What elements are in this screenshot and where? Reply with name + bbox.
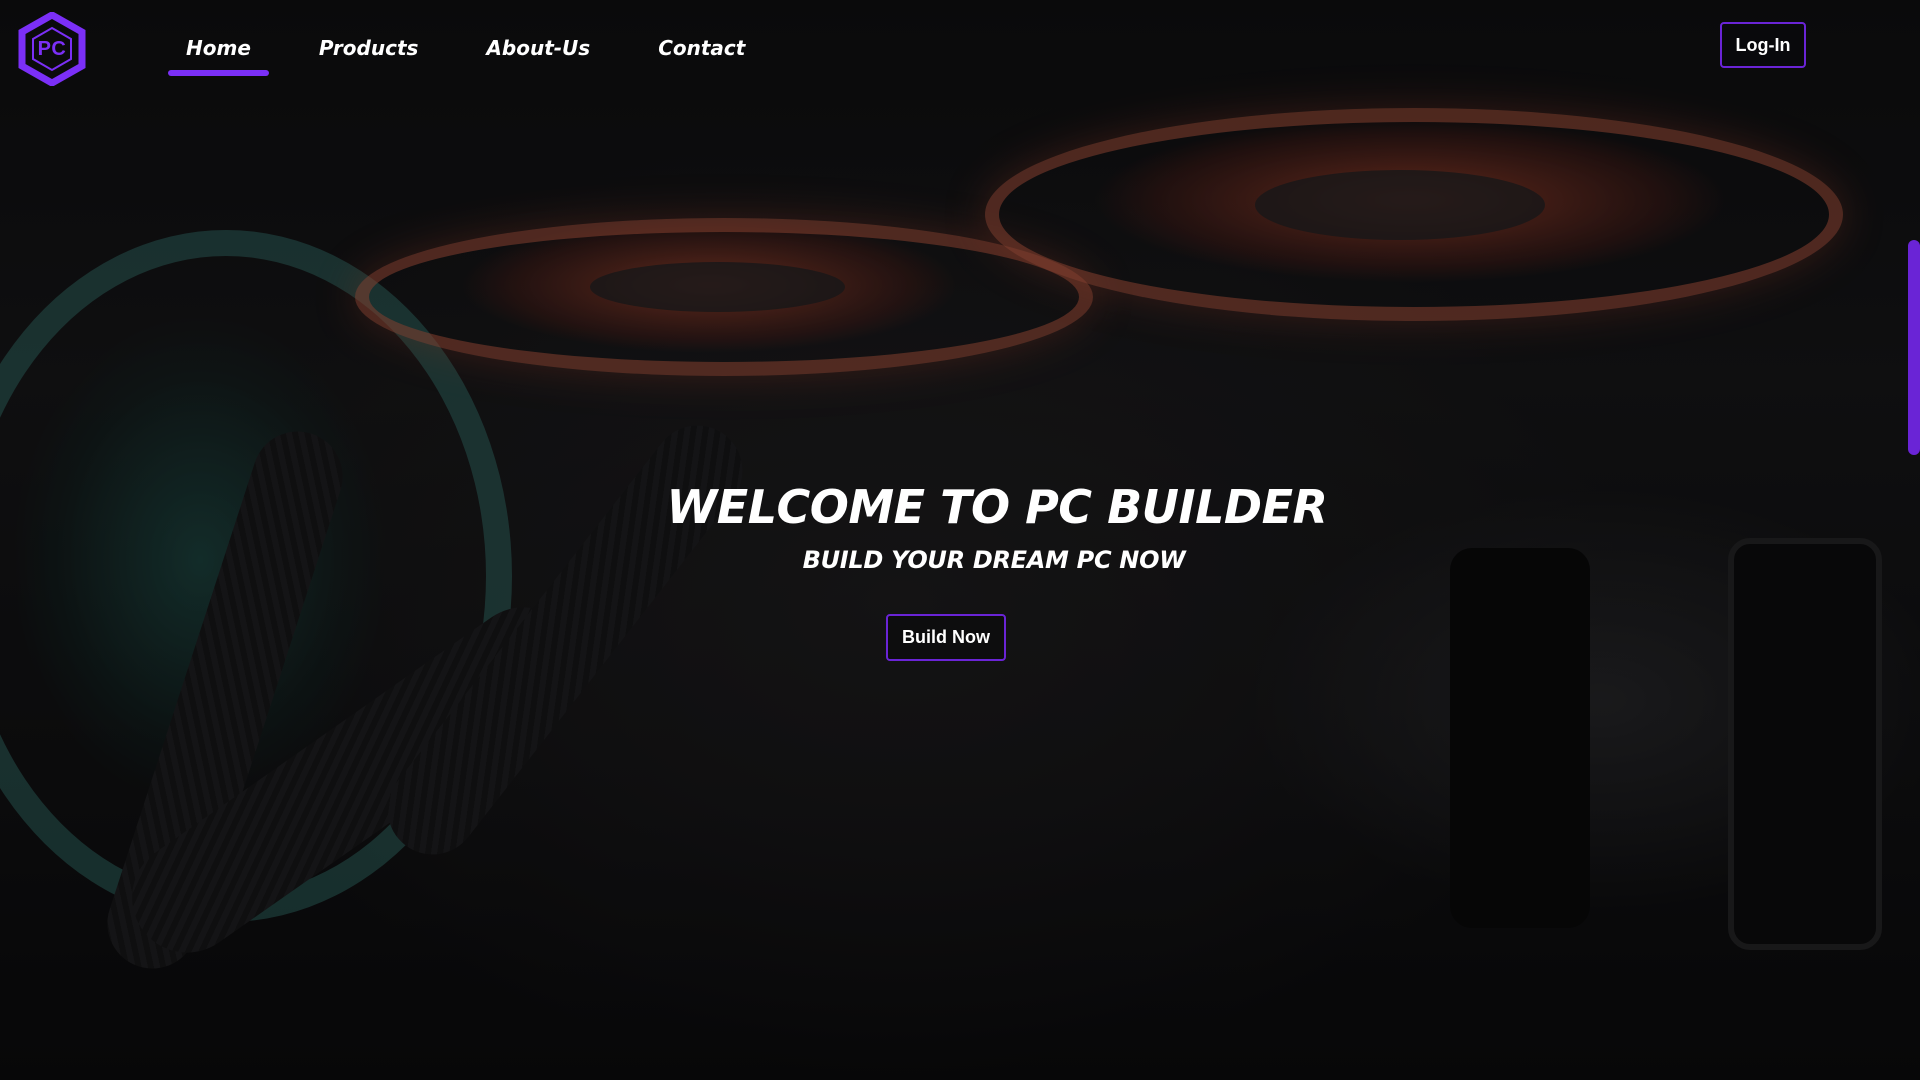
- build-now-button[interactable]: Build Now: [886, 614, 1006, 661]
- nav-link-products[interactable]: Products: [301, 30, 437, 70]
- login-button[interactable]: Log-In: [1720, 22, 1806, 68]
- nav-link-contact[interactable]: Contact: [640, 30, 763, 70]
- nav-link-home[interactable]: Home: [168, 30, 269, 76]
- scrollbar-track[interactable]: [1908, 0, 1920, 1080]
- nav-link-about-us[interactable]: About-Us: [468, 30, 608, 70]
- hero-section: WELCOME TO PC BUILDER BUILD YOUR DREAM P…: [0, 480, 1920, 574]
- logo-text: PC: [37, 37, 67, 60]
- hero-subtitle: BUILD YOUR DREAM PC NOW: [802, 546, 1186, 574]
- nav-links: Home Products About-Us Contact: [168, 30, 795, 76]
- page: PC Home Products About-Us Contact Log-In…: [0, 0, 1920, 1080]
- hexagon-logo-icon[interactable]: PC: [18, 12, 86, 86]
- hero-title: WELCOME TO PC BUILDER: [666, 480, 1328, 534]
- top-navigation: PC Home Products About-Us Contact Log-In: [0, 0, 1920, 100]
- scrollbar-thumb[interactable]: [1908, 240, 1920, 455]
